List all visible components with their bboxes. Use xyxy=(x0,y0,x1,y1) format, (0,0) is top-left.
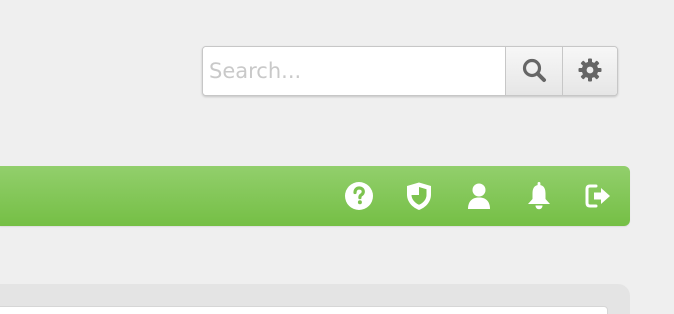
content-panel-inner xyxy=(0,306,608,314)
page xyxy=(0,0,674,314)
settings-button[interactable] xyxy=(562,47,617,95)
search-icon xyxy=(521,57,547,86)
bell-icon xyxy=(524,181,554,211)
notifications-button[interactable] xyxy=(523,180,555,212)
content-panel xyxy=(0,284,630,314)
search-button[interactable] xyxy=(505,47,562,95)
security-button[interactable] xyxy=(403,180,435,212)
logout-button[interactable] xyxy=(582,180,614,212)
help-icon xyxy=(344,181,374,211)
profile-button[interactable] xyxy=(463,180,495,212)
logout-icon xyxy=(583,181,613,211)
user-icon xyxy=(464,181,494,211)
search-input[interactable] xyxy=(203,47,505,95)
gear-icon xyxy=(577,57,603,86)
top-toolbar xyxy=(0,166,630,226)
search-bar xyxy=(202,46,618,96)
shield-icon xyxy=(404,181,434,211)
help-button[interactable] xyxy=(343,180,375,212)
